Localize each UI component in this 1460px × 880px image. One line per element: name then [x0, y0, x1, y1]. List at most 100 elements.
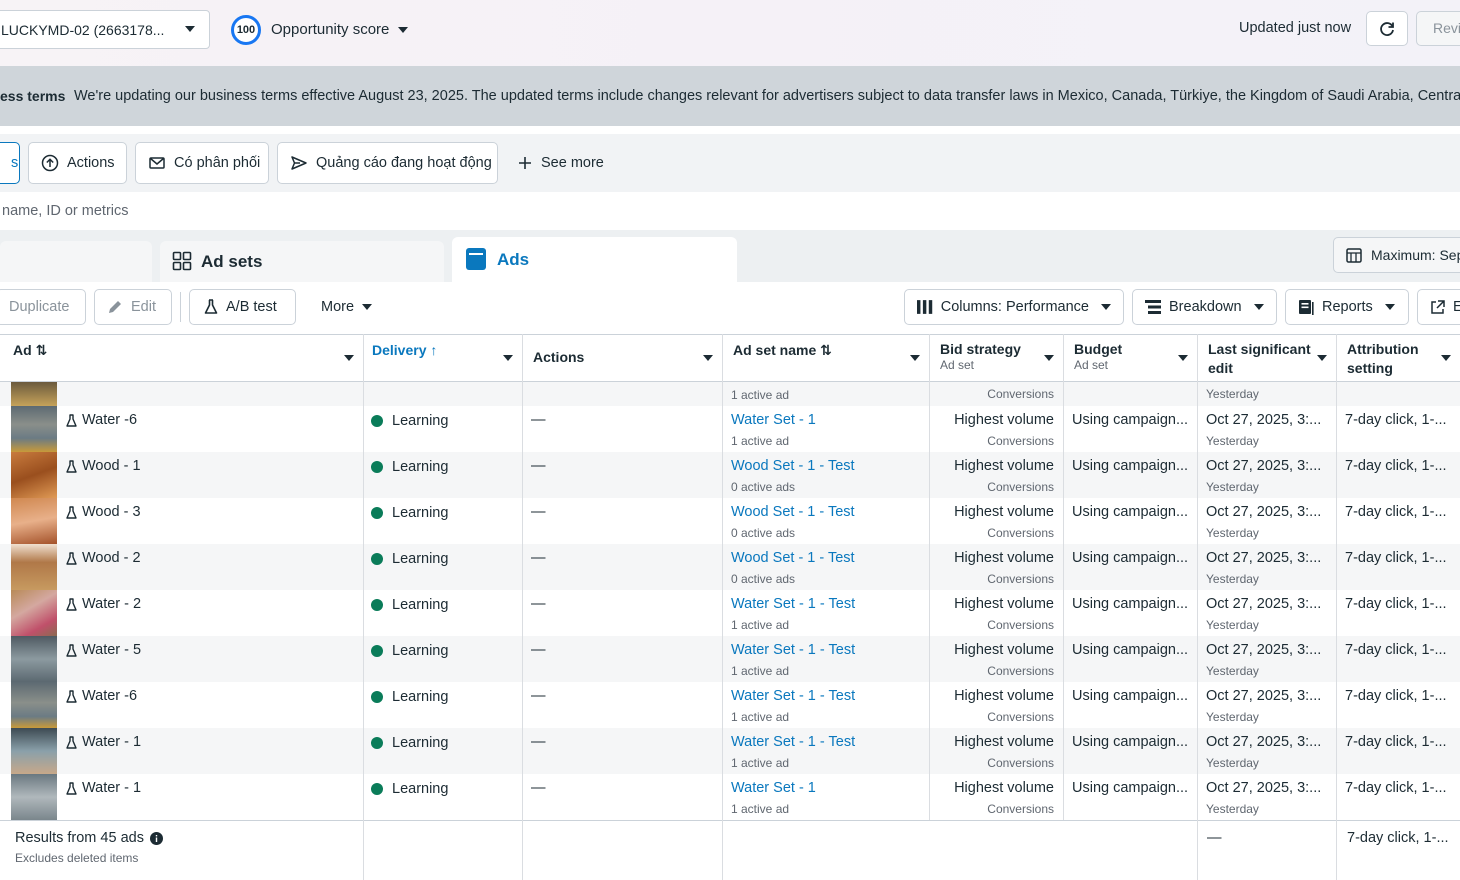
- table-row[interactable]: Wood - 1 Learning — Wood Set - 1 - Test …: [0, 452, 1460, 498]
- columns-button[interactable]: Columns: Performance: [904, 289, 1124, 325]
- info-icon[interactable]: [149, 831, 163, 845]
- flask-icon: [66, 413, 77, 427]
- chevron-down-icon[interactable]: [1441, 355, 1451, 361]
- table-row[interactable]: Wood - 3 Learning — Wood Set - 1 - Test …: [0, 498, 1460, 544]
- ad-name-label: Water - 2: [82, 596, 142, 612]
- column-header-ad[interactable]: Ad ⇅: [0, 334, 364, 382]
- ad-name[interactable]: Wood - 1: [66, 458, 141, 474]
- delivered-filter-button[interactable]: Có phân phối: [135, 142, 269, 184]
- table-row[interactable]: Water - 2 Learning — Water Set - 1 - Tes…: [0, 590, 1460, 636]
- date-range-button[interactable]: Maximum: Sep: [1333, 237, 1460, 273]
- table-row[interactable]: Water -6 Learning — Water Set - 1 1 acti…: [0, 406, 1460, 452]
- last-edit-value: Oct 27, 2025, 3:...: [1206, 688, 1322, 704]
- ad-set-link[interactable]: Water Set - 1 - Test: [731, 596, 855, 612]
- chevron-down-icon[interactable]: [398, 27, 408, 33]
- breakdown-button[interactable]: Breakdown: [1132, 289, 1277, 325]
- search-input[interactable]: [0, 192, 1460, 230]
- ad-name[interactable]: Water - 2: [66, 596, 141, 612]
- chevron-down-icon[interactable]: [1178, 355, 1188, 361]
- chevron-down-icon[interactable]: [1317, 355, 1327, 361]
- tab-campaigns[interactable]: [0, 241, 152, 282]
- active-ads-filter-button[interactable]: Quảng cáo đang hoạt động: [277, 142, 498, 184]
- column-header-ad-set-label: Ad set name: [733, 342, 817, 358]
- chevron-down-icon[interactable]: [503, 355, 513, 361]
- ad-thumbnail: [11, 382, 57, 406]
- table-row[interactable]: Water -6 Learning — Water Set - 1 - Test…: [0, 682, 1460, 728]
- column-header-attribution[interactable]: Attribution setting: [1337, 334, 1460, 382]
- chevron-down-icon[interactable]: [1044, 355, 1054, 361]
- more-button[interactable]: More: [308, 289, 384, 325]
- ad-name-label: Wood - 2: [82, 550, 141, 566]
- reports-button[interactable]: Reports: [1285, 289, 1409, 325]
- review-button[interactable]: Revi: [1416, 11, 1460, 46]
- ad-name-label: Water - 1: [82, 780, 142, 796]
- ad-name[interactable]: Water - 1: [66, 734, 141, 750]
- table-row[interactable]: Water - 1 Learning — Water Set - 1 - Tes…: [0, 728, 1460, 774]
- ad-name[interactable]: Water - 5: [66, 642, 141, 658]
- bid-strategy-value: Highest volume: [954, 550, 1054, 566]
- attribution-value: 7-day click, 1-...: [1345, 550, 1447, 566]
- chevron-down-icon[interactable]: [910, 355, 920, 361]
- status-dot-icon: [371, 507, 383, 519]
- ad-set-link[interactable]: Wood Set - 1 - Test: [731, 550, 855, 566]
- bid-sub: Conversions: [987, 480, 1054, 494]
- edit-label: Edit: [131, 299, 156, 315]
- refresh-button[interactable]: [1366, 11, 1408, 46]
- ad-set-link[interactable]: Water Set - 1 - Test: [731, 734, 855, 750]
- see-more-label: See more: [541, 155, 604, 171]
- edit-sub: Yesterday: [1206, 526, 1259, 540]
- table-row[interactable]: Water - 5 Learning — Water Set - 1 - Tes…: [0, 636, 1460, 682]
- ad-thumbnail: [11, 682, 57, 728]
- see-more-button[interactable]: See more: [518, 155, 604, 171]
- ad-set-link[interactable]: Water Set - 1 - Test: [731, 642, 855, 658]
- ad-set-link[interactable]: Water Set - 1: [731, 780, 816, 796]
- duplicate-label: Duplicate: [9, 299, 70, 315]
- chevron-down-icon[interactable]: [344, 355, 354, 361]
- account-selector[interactable]: LUCKYMD-02 (2663178...: [0, 10, 210, 49]
- ad-set-sub: 1 active ad: [731, 756, 790, 770]
- ab-test-button[interactable]: A/B test: [189, 289, 296, 325]
- ad-name[interactable]: Water -6: [66, 688, 137, 704]
- ad-name[interactable]: Water -6: [66, 412, 137, 428]
- bid-sub: Conversions: [987, 756, 1054, 770]
- date-range-label: Maximum: Sep: [1371, 247, 1460, 263]
- delivery-status: Learning: [371, 781, 448, 797]
- tab-ads[interactable]: Ads: [452, 237, 737, 282]
- ad-set-link[interactable]: Wood Set - 1 - Test: [731, 504, 855, 520]
- table-row-partial[interactable]: 1 active ad Conversions Yesterday: [0, 382, 1460, 406]
- delivered-filter-label: Có phân phối: [174, 155, 261, 171]
- actions-filter-button[interactable]: Actions: [28, 142, 127, 184]
- ad-name[interactable]: Wood - 2: [66, 550, 141, 566]
- opportunity-score-badge[interactable]: 100: [231, 15, 261, 45]
- column-header-budget[interactable]: Budget Ad set: [1064, 334, 1198, 382]
- column-header-actions[interactable]: Actions: [523, 334, 723, 382]
- table-row[interactable]: Water - 1 Learning — Water Set - 1 1 act…: [0, 774, 1460, 820]
- duplicate-button[interactable]: Duplicate: [0, 289, 86, 325]
- export-label: E: [1453, 299, 1460, 315]
- last-edit-value: Oct 27, 2025, 3:...: [1206, 412, 1322, 428]
- chevron-down-icon: [185, 26, 195, 32]
- delivery-label: Learning: [392, 643, 449, 659]
- column-header-delivery[interactable]: Delivery ↑: [364, 334, 523, 382]
- ad-name[interactable]: Wood - 3: [66, 504, 141, 520]
- ad-set-link[interactable]: Wood Set - 1 - Test: [731, 458, 855, 474]
- updated-status: Updated just now: [1239, 20, 1352, 36]
- delivery-status: Learning: [371, 689, 448, 705]
- flask-icon: [66, 689, 77, 703]
- column-header-last-edit[interactable]: Last significant edit: [1198, 334, 1337, 382]
- edit-button[interactable]: Edit: [94, 289, 172, 325]
- last-edit-value: Oct 27, 2025, 3:...: [1206, 642, 1322, 658]
- ad-name[interactable]: Water - 1: [66, 780, 141, 796]
- opportunity-score-label[interactable]: Opportunity score: [271, 21, 389, 38]
- tab-ad-sets[interactable]: Ad sets: [160, 241, 444, 282]
- ad-set-link[interactable]: Water Set - 1 - Test: [731, 688, 855, 704]
- delivery-label: Learning: [392, 551, 449, 567]
- export-button[interactable]: E: [1417, 289, 1460, 325]
- column-header-ad-set-name[interactable]: Ad set name ⇅: [723, 334, 930, 382]
- table-row[interactable]: Wood - 2 Learning — Wood Set - 1 - Test …: [0, 544, 1460, 590]
- filter-chip-partial[interactable]: s: [0, 142, 20, 184]
- ad-set-link[interactable]: Water Set - 1: [731, 412, 816, 428]
- column-header-bid-strategy[interactable]: Bid strategy Ad set: [930, 334, 1064, 382]
- edit-sub: Yesterday: [1206, 710, 1259, 724]
- chevron-down-icon[interactable]: [703, 355, 713, 361]
